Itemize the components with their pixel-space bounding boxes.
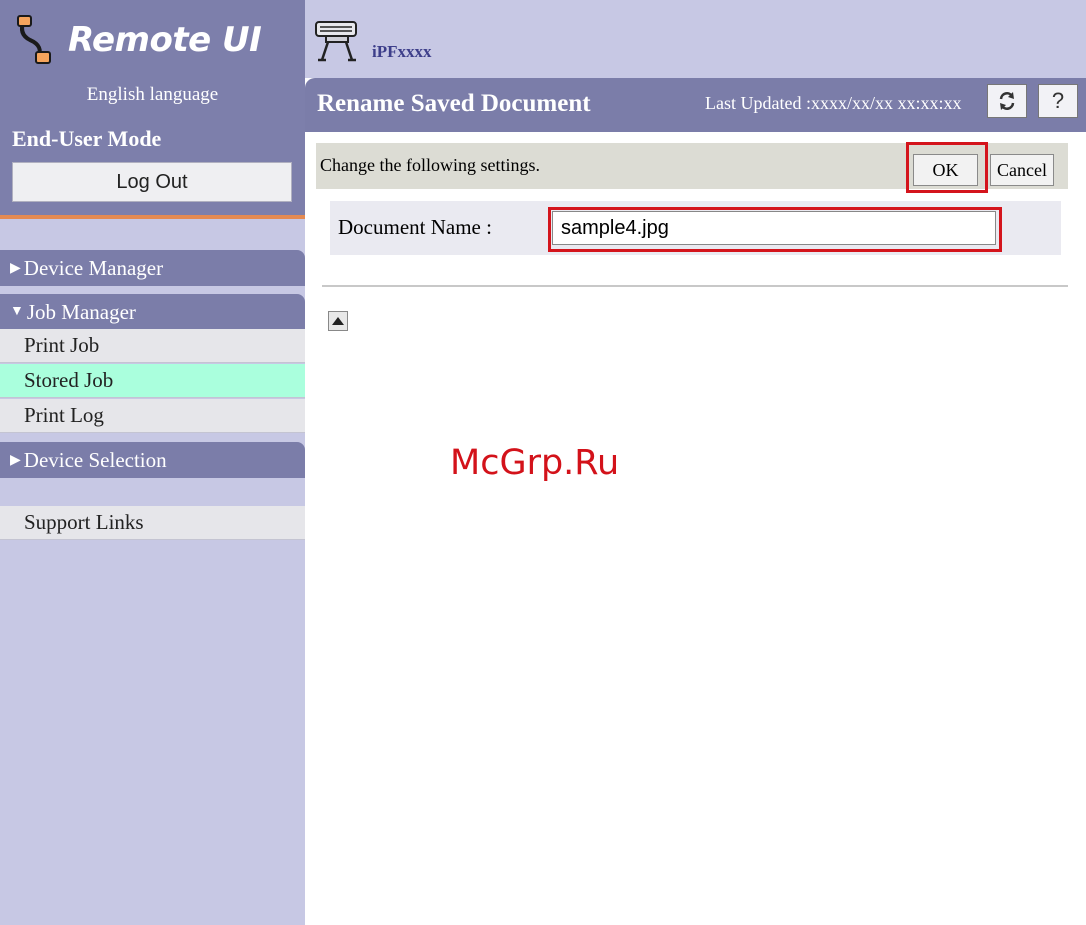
remote-ui-logo-icon: [17, 15, 51, 64]
ok-button-highlight: [906, 142, 988, 193]
triangle-up-icon: [332, 317, 344, 325]
document-name-label: Document Name :: [338, 215, 492, 239]
instruction-text: Change the following settings.: [320, 155, 540, 175]
device-header: [305, 0, 1086, 78]
help-button[interactable]: ?: [1038, 84, 1078, 118]
logout-button[interactable]: Log Out: [12, 162, 292, 202]
sidebar-item-print-log[interactable]: Print Log: [0, 399, 305, 433]
remote-ui-logo: Remote UI: [14, 14, 262, 66]
user-mode-label: End-User Mode: [12, 126, 162, 151]
nav-device-manager[interactable]: ▶ Device Manager: [0, 250, 305, 286]
watermark-text: McGrp.Ru: [450, 443, 620, 483]
printer-icon: [315, 21, 357, 62]
scroll-top-button[interactable]: [328, 311, 348, 331]
language-link[interactable]: English language: [0, 84, 305, 106]
nav-device-selection[interactable]: ▶ Device Selection: [0, 442, 305, 478]
sidebar-item-support-links[interactable]: Support Links: [0, 506, 305, 540]
chevron-down-icon: ▼: [10, 304, 24, 319]
page-title: Rename Saved Document: [317, 90, 591, 117]
divider: [322, 285, 1068, 287]
nav-device-manager-label: Device Manager: [23, 255, 164, 280]
chevron-right-icon: ▶: [10, 260, 21, 276]
refresh-icon: [999, 92, 1015, 110]
sidebar: Remote UI English language End-User Mode…: [0, 0, 305, 925]
title-bar: Rename Saved Document Last Updated :xxxx…: [305, 78, 1086, 132]
logo-area: Remote UI English language End-User Mode…: [0, 0, 305, 215]
document-name-highlight: [548, 207, 1002, 252]
cancel-button[interactable]: Cancel: [990, 154, 1054, 186]
orange-divider: [0, 215, 305, 219]
app-name: Remote UI: [68, 20, 262, 60]
nav-device-selection-label: Device Selection: [23, 447, 167, 472]
refresh-button[interactable]: [987, 84, 1027, 118]
chevron-right-icon: ▶: [10, 452, 21, 468]
last-updated: Last Updated :xxxx/xx/xx xx:xx:xx: [705, 93, 962, 113]
nav-job-manager[interactable]: ▼ Job Manager: [0, 294, 305, 330]
sidebar-item-stored-job[interactable]: Stored Job: [0, 364, 305, 398]
device-name: iPFxxxx: [372, 42, 432, 61]
sidebar-item-print-job[interactable]: Print Job: [0, 329, 305, 363]
nav-job-manager-label: Job Manager: [26, 299, 136, 324]
